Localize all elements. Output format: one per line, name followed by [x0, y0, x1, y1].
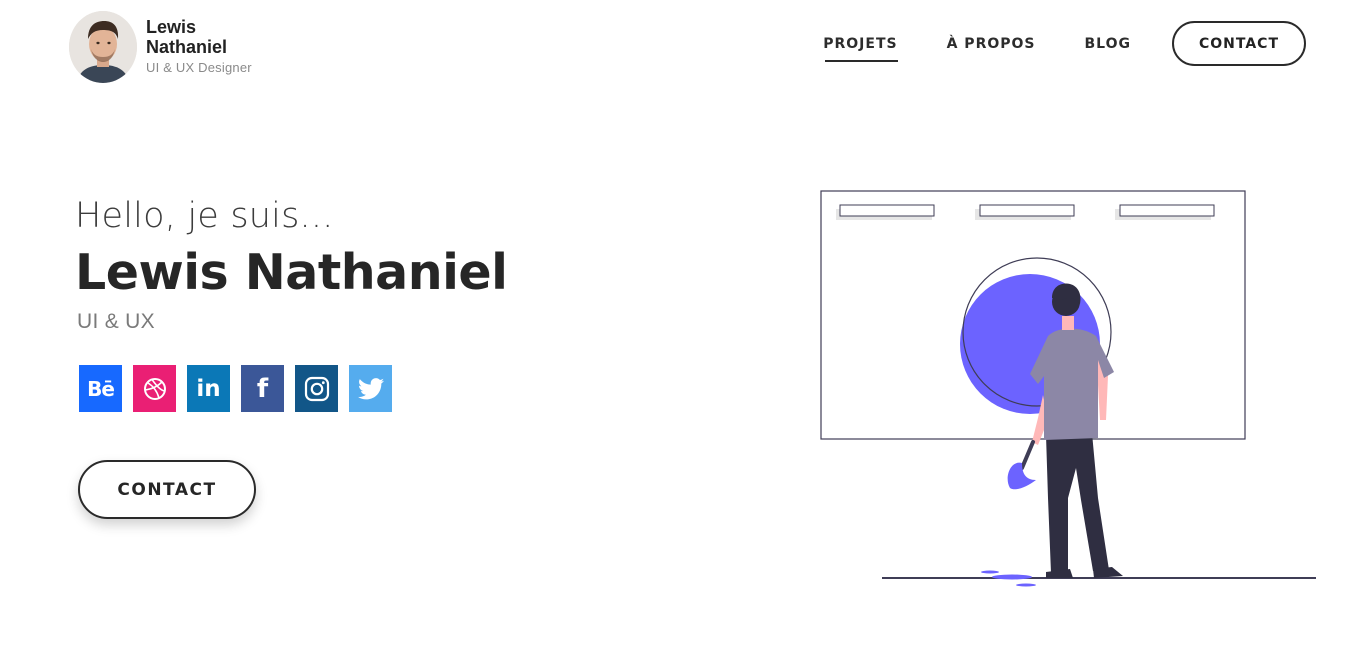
dribbble-link[interactable] — [133, 365, 176, 412]
nav-item-blog[interactable]: BLOG — [1085, 24, 1132, 64]
twitter-icon — [357, 377, 384, 399]
hero-contact-button[interactable]: CONTACT — [78, 460, 256, 519]
linkedin-icon: in — [196, 375, 221, 402]
main-nav: PROJETS À PROPOS BLOG CONTACT — [823, 21, 1306, 66]
instagram-icon — [304, 376, 329, 401]
nav-item-projets[interactable]: PROJETS — [823, 24, 898, 64]
brand-first-name: Lewis — [146, 17, 197, 37]
avatar — [69, 11, 137, 83]
board-bar-2 — [979, 204, 1075, 217]
behance-icon: Bē — [87, 376, 115, 401]
hero-greeting: Hello, je suis... — [75, 196, 334, 236]
dribbble-icon — [143, 377, 166, 400]
hero-subtitle: UI & UX — [77, 310, 155, 333]
hero-illustration — [820, 190, 1316, 587]
social-links: Bē in f — [79, 365, 392, 412]
board-bar-1 — [839, 204, 935, 217]
paint-drip-1 — [992, 574, 1032, 580]
paint-drip-3 — [1016, 583, 1036, 587]
brand[interactable]: Lewis Nathaniel UI & UX Designer — [69, 11, 252, 83]
page: Lewis Nathaniel UI & UX Designer PROJETS… — [0, 0, 1371, 648]
linkedin-link[interactable]: in — [187, 365, 230, 412]
facebook-icon: f — [256, 373, 269, 404]
nav-item-a-propos[interactable]: À PROPOS — [947, 24, 1036, 64]
board-bar-3 — [1119, 204, 1215, 217]
facebook-link[interactable]: f — [241, 365, 284, 412]
instagram-link[interactable] — [295, 365, 338, 412]
paint-drip-2 — [981, 570, 999, 574]
nav-contact-button[interactable]: CONTACT — [1172, 21, 1306, 66]
brand-last-name: Nathaniel — [146, 37, 228, 57]
hero-name: Lewis Nathaniel — [75, 244, 508, 301]
twitter-link[interactable] — [349, 365, 392, 412]
behance-link[interactable]: Bē — [79, 365, 122, 412]
brand-text: Lewis Nathaniel UI & UX Designer — [146, 17, 252, 75]
brand-role: UI & UX Designer — [146, 60, 252, 75]
avatar-portrait — [69, 11, 137, 83]
